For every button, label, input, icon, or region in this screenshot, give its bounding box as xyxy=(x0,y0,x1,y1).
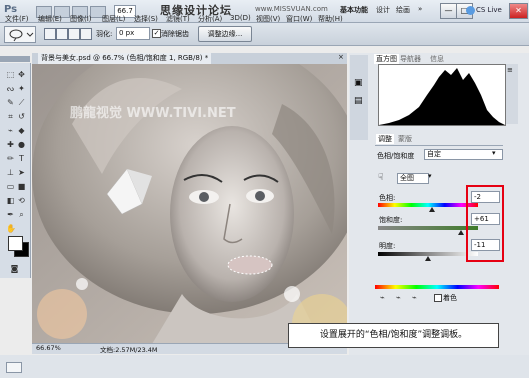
feather-label: 羽化: xyxy=(96,30,113,38)
hue-slider-thumb[interactable] xyxy=(429,207,435,212)
blur-tool-icon[interactable]: ◆ xyxy=(17,126,26,135)
spectrum-bar xyxy=(375,285,499,289)
panel-layers-icon[interactable]: ▤ xyxy=(354,96,363,106)
menu-row: 文件(F) 编辑(E) 图像(I) 图层(L) 选择(S) 滤镜(T) 分析(A… xyxy=(0,14,343,23)
close-button[interactable]: ✕ xyxy=(509,3,528,19)
antialias-label: 消除锯齿 xyxy=(161,30,189,38)
lightness-label: 明度: xyxy=(379,242,396,250)
tab-masks[interactable]: 蒙版 xyxy=(398,134,412,144)
tab-info[interactable]: 信息 xyxy=(430,54,444,64)
foreground-color-swatch[interactable] xyxy=(8,236,23,251)
cs-live-icon xyxy=(466,6,475,15)
marquee-tool-icon[interactable]: ⬚ xyxy=(6,70,15,79)
tab-adjustments[interactable]: 调整 xyxy=(376,134,394,144)
antialias-checkbox[interactable]: ✓ xyxy=(152,29,161,38)
hand-tool-icon-small[interactable]: ✋ xyxy=(6,224,16,233)
eyedropper-minus-icon[interactable]: ⌁ xyxy=(412,293,417,302)
workspace-paint[interactable]: 绘画 xyxy=(396,5,410,15)
crop-tool-icon[interactable]: ⌗ xyxy=(6,112,15,121)
histogram-menu-icon[interactable]: ≡ xyxy=(507,66,513,74)
type-tool-icon[interactable]: T xyxy=(17,154,26,163)
eraser-tool-icon[interactable]: ▭ xyxy=(6,182,15,191)
lightness-slider-thumb[interactable] xyxy=(425,256,431,261)
hue-label: 色相: xyxy=(379,194,396,202)
histogram-chart xyxy=(378,64,506,126)
site-watermark-url: www.MISSVUAN.com xyxy=(255,5,328,13)
zoom-tool-icon[interactable]: ⌕ xyxy=(17,210,26,219)
document-size-status: 文档:2.57M/23.4M xyxy=(100,346,158,354)
subtract-selection-icon[interactable] xyxy=(68,28,80,40)
eyedropper-plus-icon[interactable]: ⌁ xyxy=(396,293,401,302)
minimize-button[interactable]: — xyxy=(440,3,457,19)
workspace-design[interactable]: 设计 xyxy=(376,5,390,15)
bottom-strip xyxy=(0,355,529,378)
intersect-selection-icon[interactable] xyxy=(80,28,92,40)
colorize-label: 着色 xyxy=(443,294,457,302)
document-tab-close[interactable]: × xyxy=(338,53,344,61)
toolbox-grip[interactable] xyxy=(0,56,30,62)
lasso-tool-icon[interactable]: ᔓ xyxy=(6,84,15,93)
3d-tool-icon[interactable]: ⟲ xyxy=(17,196,26,205)
shape-tool-icon[interactable]: ■ xyxy=(17,182,26,191)
workspace-more-icon[interactable]: » xyxy=(418,5,422,13)
path-select-tool-icon[interactable]: ➤ xyxy=(17,168,26,177)
eyedropper-icon[interactable]: ⌁ xyxy=(380,293,385,302)
menu-3d[interactable]: 3D(D) xyxy=(230,14,251,22)
refine-edge-button[interactable]: 调整边缘... xyxy=(198,26,252,42)
adjustment-title: 色相/饱和度 xyxy=(377,152,415,160)
feather-input[interactable]: 0 px xyxy=(116,27,150,40)
lasso-icon xyxy=(9,29,34,42)
pen-tool-icon[interactable]: ✒ xyxy=(6,210,15,219)
magic-wand-tool-icon[interactable]: ✦ xyxy=(17,84,26,93)
chevron-down-icon[interactable]: ▾ xyxy=(492,149,496,157)
panel-divider xyxy=(375,145,503,146)
add-selection-icon[interactable] xyxy=(56,28,68,40)
screen-mode-icon[interactable] xyxy=(6,362,22,373)
tool-preset-picker[interactable] xyxy=(4,26,36,43)
hue-slider[interactable] xyxy=(378,203,478,207)
move-tool-icon[interactable]: ✥ xyxy=(17,70,26,79)
eyedropper-tool-icon[interactable]: ⌁ xyxy=(6,126,15,135)
brush-tool-icon[interactable]: ✏ xyxy=(6,154,15,163)
highlight-box xyxy=(466,185,504,262)
channel-chevron-icon[interactable]: ▾ xyxy=(428,172,432,180)
quick-mask-icon[interactable]: ◙ xyxy=(10,264,19,273)
dodge-tool-icon[interactable]: ● xyxy=(17,140,26,149)
histogram-graph xyxy=(379,68,505,125)
healing-tool-icon[interactable]: ✚ xyxy=(6,140,15,149)
colorize-checkbox[interactable] xyxy=(434,294,442,302)
quick-select-tool-icon[interactable]: ✎ xyxy=(6,98,15,107)
slice-tool-icon[interactable]: ⟋ xyxy=(17,98,26,107)
saturation-slider-thumb[interactable] xyxy=(458,230,464,235)
new-selection-icon[interactable] xyxy=(44,28,56,40)
cs-live-button[interactable]: CS Live xyxy=(476,6,502,14)
hand-adjust-icon[interactable]: ☟ xyxy=(378,173,383,183)
zoom-status[interactable]: 66.67% xyxy=(36,344,61,352)
gradient-tool-icon[interactable]: ◧ xyxy=(6,196,15,205)
tutorial-callout: 设置展开的“色相/饱和度”调整调板。 xyxy=(288,323,499,348)
canvas-watermark: 鹏龍视觉 WWW.TIVI.NET xyxy=(70,106,236,121)
panel-collapse-icon[interactable]: ▣ xyxy=(354,78,363,88)
channel-select[interactable]: 全图 xyxy=(397,173,429,184)
saturation-label: 饱和度: xyxy=(379,216,403,224)
history-brush-tool-icon[interactable]: ↺ xyxy=(17,112,26,121)
workspace-basic[interactable]: 基本功能 xyxy=(340,5,368,15)
tab-histogram[interactable]: 直方图 xyxy=(374,54,399,64)
stamp-tool-icon[interactable]: ⊥ xyxy=(6,168,15,177)
tab-navigator[interactable]: 导航器 xyxy=(400,54,421,64)
document-tab[interactable]: 背景与美女.psd @ 66.7% (色相/饱和度 1, RGB/8) * xyxy=(38,53,212,64)
